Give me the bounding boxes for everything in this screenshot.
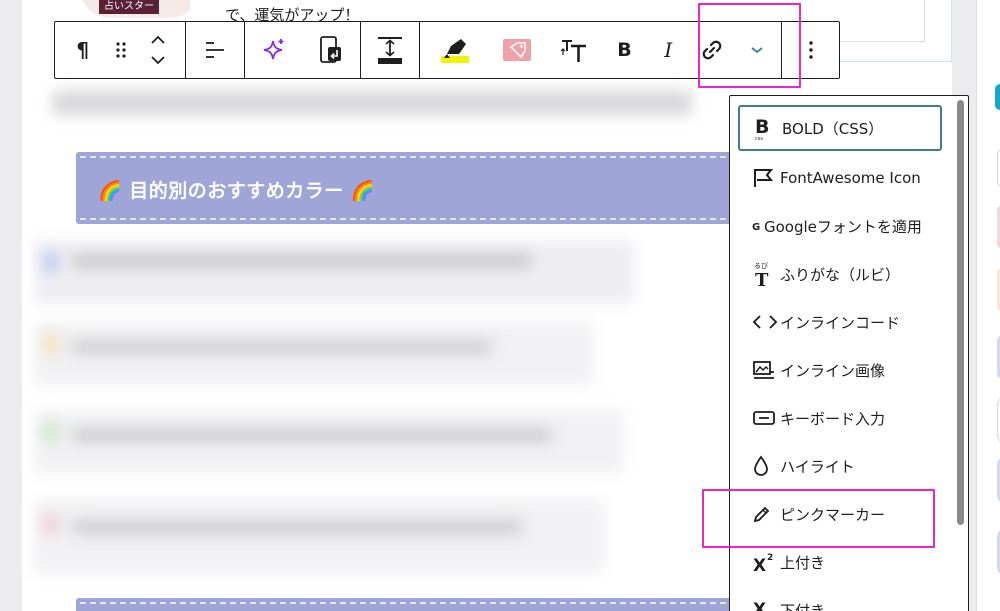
menu-item-label: キーボード入力 <box>780 409 886 428</box>
dropdown-scrollbar[interactable] <box>957 100 964 525</box>
blurred-list-row <box>34 410 624 474</box>
spacing-icon <box>378 37 402 64</box>
tag-button[interactable] <box>490 22 544 78</box>
blurred-list-text <box>72 520 522 534</box>
text-size-button[interactable] <box>544 22 604 78</box>
blurred-list-text <box>72 340 492 354</box>
ruby-icon: るび T <box>752 261 780 287</box>
menu-item-bold-css[interactable]: Bcss BOLD（CSS） <box>738 105 942 151</box>
image-icon <box>752 360 780 380</box>
toolbar-group-tools <box>245 22 361 78</box>
blurred-list-row <box>34 322 594 386</box>
blurred-text-line <box>52 90 692 116</box>
svg-text:css: css <box>755 136 763 141</box>
menu-item-highlight[interactable]: ハイライト <box>738 443 942 489</box>
flag-icon <box>752 167 780 189</box>
italic-icon: I <box>664 38 673 62</box>
menu-item-label: ふりがな（ルビ） <box>780 265 901 284</box>
menu-item-label: BOLD（CSS） <box>782 119 884 138</box>
menu-item-label: 下付き <box>780 601 826 611</box>
section-heading-text[interactable]: 🌈 目的別のおすすめカラー 🌈 <box>98 176 375 203</box>
svg-text:G: G <box>752 222 760 233</box>
menu-item-label: ハイライト <box>780 457 855 476</box>
text-size-icon <box>560 40 586 62</box>
move-up-down-button[interactable] <box>130 22 185 78</box>
toolbar-group-block: ¶ <box>55 22 186 78</box>
drag-handle[interactable] <box>111 22 131 78</box>
settings-sidebar[interactable] <box>976 0 1000 611</box>
menu-item-label: FontAwesome Icon <box>780 169 921 187</box>
annotation-highlight-pink-marker <box>702 489 935 548</box>
section-heading-block-2[interactable] <box>76 598 766 611</box>
menu-item-ruby[interactable]: るび T ふりがな（ルビ） <box>738 251 942 297</box>
menu-item-label: 上付き <box>780 553 826 572</box>
toolbar-group-align <box>186 22 245 78</box>
sparkle-icon <box>263 39 284 60</box>
editor-screen: 占いスター で、運気がアップ！ 🌈 目的別のおすすめカラー 🌈 ¶ B I B … <box>0 0 1000 611</box>
menu-item-subscript[interactable]: X2 下付き <box>738 587 942 611</box>
paragraph-icon: ¶ <box>76 38 90 62</box>
drop-icon <box>752 455 780 477</box>
ai-sparkle-button[interactable] <box>245 22 303 78</box>
svg-text:2: 2 <box>767 553 773 563</box>
blurred-list-row <box>34 240 634 304</box>
svg-text:るび: るび <box>754 262 768 270</box>
menu-item-keyboard[interactable]: キーボード入力 <box>738 395 942 441</box>
highlighter-icon <box>440 39 469 63</box>
more-vertical-icon <box>808 41 813 59</box>
sidebar-tab-indicator[interactable] <box>995 84 1000 110</box>
menu-item-label: インライン画像 <box>780 361 886 380</box>
spacing-button[interactable] <box>361 22 419 78</box>
menu-item-inline-image[interactable]: インライン画像 <box>738 347 942 393</box>
section-heading-block[interactable]: 🌈 目的別のおすすめカラー 🌈 <box>76 152 766 224</box>
menu-item-label: Googleフォントを適用 <box>764 217 922 236</box>
tag-icon <box>502 39 531 61</box>
blurred-list-bullet <box>44 422 58 442</box>
blurred-list-text <box>72 428 552 442</box>
mobile-return-icon <box>320 36 342 63</box>
italic-button[interactable]: I <box>645 22 691 78</box>
blurred-list-row <box>34 500 604 574</box>
svg-text:X: X <box>753 556 766 573</box>
blurred-list-bullet <box>44 514 58 534</box>
drag-handle-icon <box>115 42 126 58</box>
bold-icon: B <box>617 39 632 61</box>
blurred-list-bullet <box>44 334 58 354</box>
avatar-badge: 占いスター <box>99 0 159 14</box>
superscript-icon: X2 <box>752 551 780 573</box>
svg-text:B: B <box>755 116 769 138</box>
subscript-icon: X2 <box>752 599 780 611</box>
menu-item-fontawesome[interactable]: FontAwesome Icon <box>738 155 942 201</box>
blurred-list-text <box>72 254 532 268</box>
banner-dashed-border <box>80 602 766 611</box>
chevron-up-down-icon <box>151 35 165 65</box>
paragraph-button[interactable]: ¶ <box>55 22 111 78</box>
menu-item-label: インラインコード <box>780 313 901 332</box>
keyboard-icon <box>752 410 780 426</box>
marker-button[interactable] <box>420 22 490 78</box>
code-icon <box>752 314 780 330</box>
svg-text:T: T <box>755 270 769 287</box>
align-button[interactable] <box>186 22 244 78</box>
bold-css-icon: Bcss <box>754 115 782 141</box>
toolbar-group-spacing <box>361 22 420 78</box>
mobile-return-button[interactable] <box>303 22 361 78</box>
menu-item-inline-code[interactable]: インラインコード <box>738 299 942 345</box>
menu-item-google-font[interactable]: G Googleフォントを適用 <box>738 203 942 249</box>
bold-button[interactable]: B <box>603 22 645 78</box>
blurred-list-bullet <box>44 252 58 272</box>
svg-text:X: X <box>753 600 766 611</box>
align-left-icon <box>206 42 224 58</box>
annotation-highlight-link-dropdown <box>698 3 801 88</box>
google-font-icon: G <box>752 219 764 233</box>
